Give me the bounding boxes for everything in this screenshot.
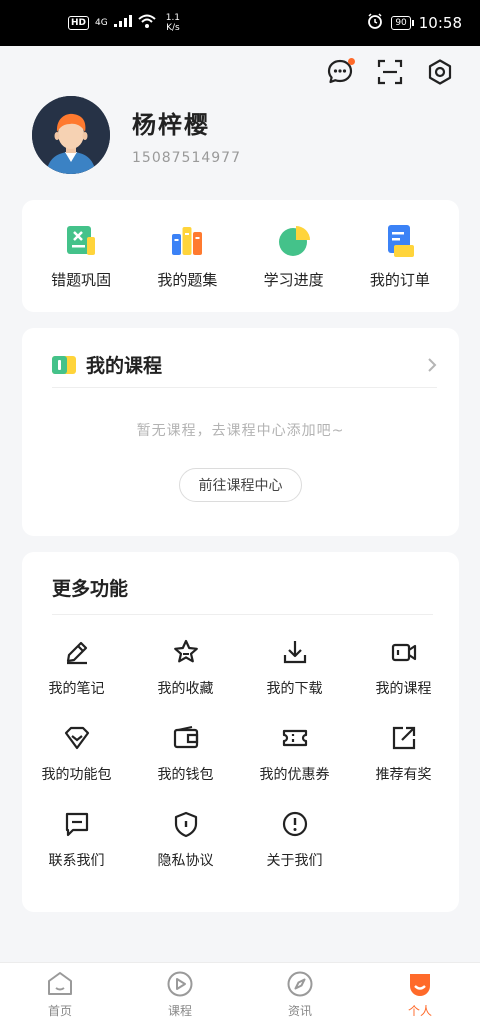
nav-label: 个人 — [407, 1004, 432, 1018]
nav-home[interactable]: 首页 — [0, 963, 120, 1026]
nav-label: 资讯 — [287, 1004, 312, 1018]
feature-label: 我的功能包 — [41, 767, 112, 783]
status-left: HD 4G 1.1 K/s — [68, 13, 180, 33]
more-features-card: 更多功能 我的笔记 我的收藏 我的下载 我的课程 我的功能包 我的钱包 我的优惠… — [22, 552, 459, 912]
progress-pie-icon — [278, 225, 310, 256]
feature-downloads[interactable]: 我的下载 — [240, 638, 349, 698]
share-icon — [392, 726, 415, 750]
question-set-icon — [172, 226, 203, 255]
feature-my-courses[interactable]: 我的课程 — [349, 638, 458, 698]
net-speed: 1.1 K/s — [166, 13, 180, 33]
feature-label: 关于我们 — [266, 853, 323, 869]
feature-label: 我的钱包 — [157, 767, 214, 783]
chevron-right-icon[interactable] — [427, 357, 437, 373]
quick-item-wrong-questions[interactable]: 错题巩固 — [31, 223, 131, 290]
avatar-illustration — [32, 96, 110, 174]
compass-icon — [287, 971, 313, 997]
quick-item-label: 我的订单 — [369, 270, 430, 289]
pencil-icon — [66, 641, 87, 665]
battery-indicator: 90 — [391, 16, 415, 30]
feature-wallet[interactable]: 我的钱包 — [131, 724, 240, 784]
divider — [52, 614, 433, 615]
signal-icon — [113, 15, 132, 31]
network-type: 4G — [95, 18, 108, 28]
nav-courses[interactable]: 课程 — [120, 963, 240, 1026]
feature-coupons[interactable]: 我的优惠券 — [240, 724, 349, 784]
quick-item-question-set[interactable]: 我的题集 — [137, 223, 237, 290]
shield-icon — [174, 811, 197, 838]
avatar[interactable] — [32, 96, 110, 174]
more-title: 更多功能 — [52, 578, 129, 600]
status-right: 90 10:58 — [367, 13, 462, 33]
go-course-center-button[interactable]: 前往课程中心 — [179, 468, 302, 502]
scan-icon — [377, 59, 403, 85]
feature-label: 我的收藏 — [157, 681, 214, 697]
feature-label: 隐私协议 — [157, 853, 214, 869]
feature-privacy[interactable]: 隐私协议 — [131, 810, 240, 870]
feature-label: 我的下载 — [266, 681, 323, 697]
nav-news[interactable]: 资讯 — [240, 963, 360, 1026]
nav-label: 课程 — [167, 1004, 192, 1018]
quick-item-orders[interactable]: 我的订单 — [350, 223, 450, 290]
home-icon — [48, 972, 72, 995]
gear-icon — [428, 59, 452, 85]
play-icon — [167, 971, 193, 997]
bottom-nav: 首页 课程 资讯 个人 — [0, 962, 480, 1026]
feature-contact[interactable]: 联系我们 — [22, 810, 131, 870]
order-icon — [387, 224, 414, 257]
feature-label: 我的优惠券 — [259, 767, 330, 783]
feature-label: 我的笔记 — [48, 681, 105, 697]
feature-notes[interactable]: 我的笔记 — [22, 638, 131, 698]
courses-title: 我的课程 — [86, 355, 163, 377]
feature-referral[interactable]: 推荐有奖 — [349, 724, 458, 784]
quick-item-label: 我的题集 — [157, 270, 218, 289]
scan-button[interactable] — [376, 58, 404, 86]
courses-empty-text: 暂无课程，去课程中心添加吧~ — [136, 423, 345, 439]
feature-packages[interactable]: 我的功能包 — [22, 724, 131, 784]
net-speed-value: 1.1 — [165, 13, 181, 23]
coupon-icon — [282, 729, 307, 747]
feature-favorites[interactable]: 我的收藏 — [131, 638, 240, 698]
package-icon — [64, 726, 89, 750]
profile-text: 杨梓樱 15087514977 — [132, 105, 241, 166]
person-icon — [410, 974, 430, 996]
user-phone: 15087514977 — [132, 149, 241, 166]
profile-header[interactable]: 杨梓樱 15087514977 — [32, 96, 241, 174]
feature-label: 推荐有奖 — [375, 767, 432, 783]
feature-label: 我的课程 — [375, 681, 432, 697]
settings-button[interactable] — [426, 58, 454, 86]
top-actions — [326, 58, 454, 86]
feature-label: 联系我们 — [48, 853, 105, 869]
nav-profile[interactable]: 个人 — [360, 963, 480, 1026]
quick-item-label: 学习进度 — [263, 270, 324, 289]
video-icon — [391, 643, 416, 662]
clock: 10:58 — [418, 14, 462, 32]
status-bar: HD 4G 1.1 K/s 90 10:58 — [0, 0, 480, 46]
course-badge-icon — [52, 355, 76, 374]
info-icon — [282, 811, 307, 837]
quick-item-progress[interactable]: 学习进度 — [244, 223, 344, 290]
quick-tools-card: 错题巩固 我的题集 学习进度 我的订单 — [22, 200, 459, 312]
wifi-icon — [138, 14, 156, 32]
net-speed-unit: K/s — [166, 23, 180, 33]
alarm-icon — [367, 13, 383, 33]
feature-about[interactable]: 关于我们 — [240, 810, 349, 870]
wrong-questions-icon — [67, 225, 96, 255]
message-icon — [65, 812, 88, 837]
notification-dot — [348, 58, 355, 65]
nav-label: 首页 — [47, 1004, 72, 1018]
user-name: 杨梓樱 — [132, 110, 210, 139]
download-icon — [283, 641, 306, 664]
courses-header[interactable]: 我的课程 — [52, 348, 437, 388]
hd-badge: HD — [68, 16, 90, 30]
my-courses-card: 我的课程 暂无课程，去课程中心添加吧~ 前往课程中心 — [22, 328, 459, 536]
message-button[interactable] — [326, 58, 355, 86]
star-icon — [173, 639, 198, 663]
feature-grid: 我的笔记 我的收藏 我的下载 我的课程 我的功能包 我的钱包 我的优惠券 推荐有… — [22, 638, 459, 870]
quick-item-label: 错题巩固 — [51, 270, 112, 289]
wallet-icon — [173, 726, 198, 749]
